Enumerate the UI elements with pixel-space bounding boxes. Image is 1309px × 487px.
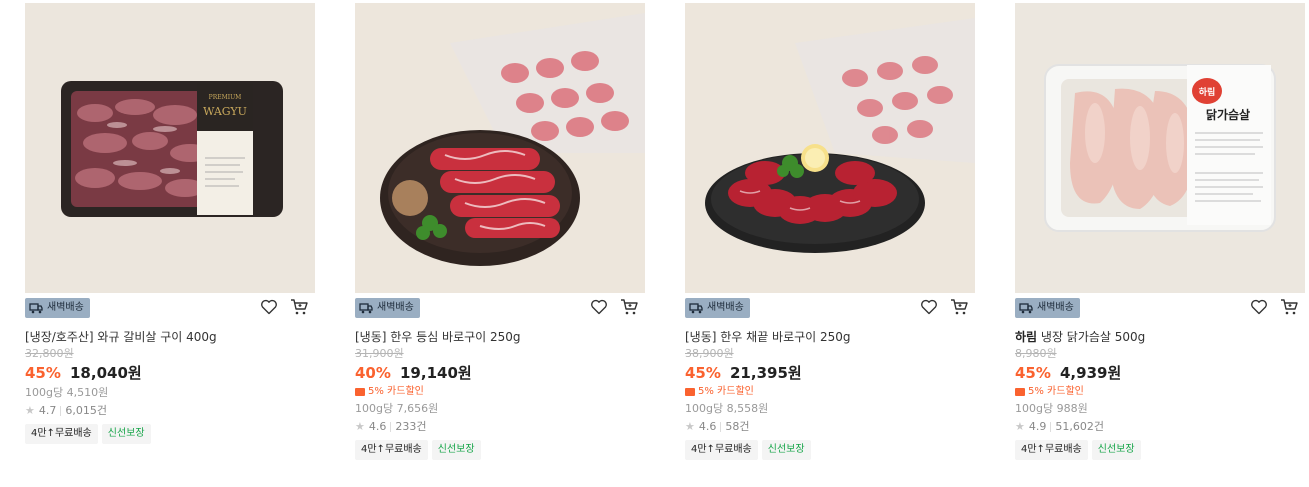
heart-icon[interactable]: [919, 297, 939, 317]
cart-icon[interactable]: [619, 297, 639, 317]
original-price: 31,900원: [355, 347, 404, 360]
free-shipping-tag: 4만↑무료배송: [685, 440, 758, 460]
heart-icon[interactable]: [259, 297, 279, 317]
unit-price: 100g당 7,656원: [355, 402, 439, 415]
product-image[interactable]: PREMIUM WAGYU: [25, 3, 315, 293]
star-icon: ★: [1015, 420, 1025, 433]
original-price: 38,900원: [685, 347, 734, 360]
review-count: 58건: [725, 420, 750, 433]
discount-rate: 45%: [1015, 364, 1051, 382]
ribbon-text: PREMIUM: [209, 94, 242, 101]
cart-icon[interactable]: [1279, 297, 1299, 317]
price-row: 40% 19,140원: [355, 362, 645, 384]
sale-price: 19,140원: [400, 364, 472, 382]
product-card[interactable]: 하림 닭가슴살 새벽배송 하림 냉장 닭가슴살 500g 8,980원 45% …: [1015, 3, 1305, 460]
fresh-guarantee-tag: 신선보장: [101, 424, 151, 444]
fresh-guarantee-tag: 신선보장: [1091, 440, 1141, 460]
fresh-guarantee-tag: 신선보장: [761, 440, 811, 460]
product-image[interactable]: 하림 닭가슴살: [1015, 3, 1305, 293]
rating-value: 4.9: [1028, 420, 1047, 433]
wagyu-label: WAGYU: [203, 105, 247, 118]
cart-icon[interactable]: [289, 297, 309, 317]
card-discount: 5% 카드할인: [1015, 384, 1305, 400]
divider: [720, 422, 722, 432]
original-price: 8,980원: [1015, 347, 1057, 360]
discount-rate: 40%: [355, 364, 391, 382]
unit-price: 100g당 8,558원: [685, 402, 769, 415]
divider: [60, 406, 62, 416]
badge-label: 새벽배송: [377, 302, 414, 313]
product-grid: PREMIUM WAGYU 새벽배송 [냉장/호주산] 와규 갈비살 구이 40…: [0, 0, 1309, 487]
truck-icon: [29, 303, 43, 314]
star-icon: ★: [25, 404, 35, 417]
beef-striploin-image: [685, 3, 975, 293]
price-row: 45% 4,939원: [1015, 362, 1305, 384]
divider: [1050, 422, 1052, 432]
sale-price: 18,040원: [70, 364, 142, 382]
product-card[interactable]: 새벽배송 [냉동] 한우 채끝 바로구이 250g 38,900원 45% 21…: [685, 3, 975, 460]
truck-icon: [689, 303, 703, 314]
dawn-delivery-badge: 새벽배송: [25, 298, 90, 318]
review-count: 51,602건: [1055, 420, 1104, 433]
product-card[interactable]: PREMIUM WAGYU 새벽배송 [냉장/호주산] 와규 갈비살 구이 40…: [25, 3, 315, 444]
chicken-breast-image: 하림 닭가슴살: [1015, 3, 1305, 293]
badge-label: 새벽배송: [707, 302, 744, 313]
free-shipping-tag: 4만↑무료배송: [25, 424, 98, 444]
badge-label: 새벽배송: [1037, 302, 1074, 313]
dawn-delivery-badge: 새벽배송: [685, 298, 750, 318]
rating-value: 4.6: [698, 420, 717, 433]
truck-icon: [1019, 303, 1033, 314]
product-name[interactable]: 하림 냉장 닭가슴살 500g: [1015, 328, 1305, 346]
card-discount: 5% 카드할인: [685, 384, 975, 400]
heart-icon[interactable]: [589, 297, 609, 317]
rating: ★ 4.6 58건: [685, 418, 975, 436]
rating-value: 4.6: [368, 420, 387, 433]
badge-label: 새벽배송: [47, 302, 84, 313]
card-discount: 5% 카드할인: [355, 384, 645, 400]
product-name[interactable]: [냉동] 한우 채끝 바로구이 250g: [685, 328, 975, 346]
heart-icon[interactable]: [1249, 297, 1269, 317]
harim-brand: 하림: [1199, 86, 1216, 98]
fresh-guarantee-tag: 신선보장: [431, 440, 481, 460]
product-name[interactable]: [냉장/호주산] 와규 갈비살 구이 400g: [25, 328, 315, 346]
tag-list: 4만↑무료배송 신선보장: [355, 440, 645, 460]
sale-price: 21,395원: [730, 364, 802, 382]
free-shipping-tag: 4만↑무료배송: [1015, 440, 1088, 460]
free-shipping-tag: 4만↑무료배송: [355, 440, 428, 460]
wagyu-tray-image: PREMIUM WAGYU: [25, 3, 315, 293]
chicken-label: 닭가슴살: [1206, 107, 1250, 122]
product-image[interactable]: [685, 3, 975, 293]
discount-rate: 45%: [25, 364, 61, 382]
card-icon: [355, 388, 365, 396]
product-image[interactable]: [355, 3, 645, 293]
tag-list: 4만↑무료배송 신선보장: [685, 440, 975, 460]
product-name[interactable]: [냉동] 한우 등심 바로구이 250g: [355, 328, 645, 346]
dawn-delivery-badge: 새벽배송: [355, 298, 420, 318]
cart-icon[interactable]: [949, 297, 969, 317]
product-card[interactable]: 새벽배송 [냉동] 한우 등심 바로구이 250g 31,900원 40% 19…: [355, 3, 645, 460]
review-count: 6,015건: [65, 404, 107, 417]
divider: [390, 422, 392, 432]
unit-price: 100g당 4,510원: [25, 386, 109, 399]
dawn-delivery-badge: 새벽배송: [1015, 298, 1080, 318]
card-icon: [1015, 388, 1025, 396]
price-row: 45% 18,040원: [25, 362, 315, 384]
card-icon: [685, 388, 695, 396]
tag-list: 4만↑무료배송 신선보장: [25, 424, 315, 444]
discount-rate: 45%: [685, 364, 721, 382]
rating-value: 4.7: [38, 404, 57, 417]
truck-icon: [359, 303, 373, 314]
star-icon: ★: [355, 420, 365, 433]
price-row: 45% 21,395원: [685, 362, 975, 384]
tag-list: 4만↑무료배송 신선보장: [1015, 440, 1305, 460]
rating: ★ 4.7 6,015건: [25, 402, 315, 420]
unit-price: 100g당 988원: [1015, 402, 1088, 415]
rating: ★ 4.9 51,602건: [1015, 418, 1305, 436]
star-icon: ★: [685, 420, 695, 433]
original-price: 32,800원: [25, 347, 74, 360]
beef-sirloin-image: [355, 3, 645, 293]
sale-price: 4,939원: [1060, 364, 1122, 382]
review-count: 233건: [395, 420, 427, 433]
rating: ★ 4.6 233건: [355, 418, 645, 436]
